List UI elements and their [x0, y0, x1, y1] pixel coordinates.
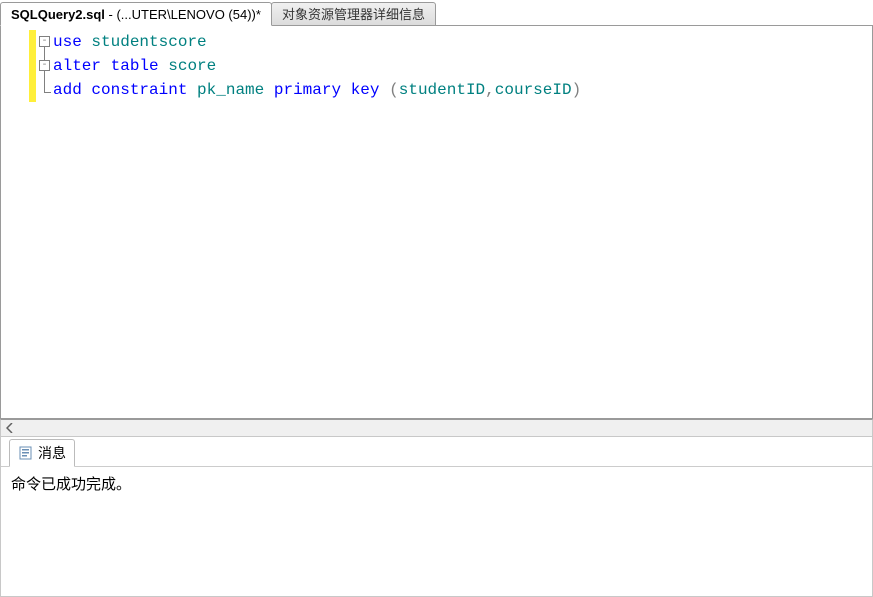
code-line-1: use studentscore	[53, 30, 872, 54]
messages-tab[interactable]: 消息	[9, 439, 75, 467]
code-content[interactable]: use studentscorealter table scoreadd con…	[53, 30, 872, 102]
fold-toggle-2[interactable]: -	[39, 60, 50, 71]
tab-title-rest: - (...UTER\LENOVO (54))*	[105, 7, 261, 22]
messages-tab-bar: 消息	[1, 437, 872, 467]
tab-sqlquery2[interactable]: SQLQuery2.sql - (...UTER\LENOVO (54))*	[0, 2, 272, 26]
code-line-2: alter table score	[53, 54, 872, 78]
sql-editor[interactable]: - - use studentscorealter table scoreadd…	[0, 25, 873, 419]
messages-body: 命令已成功完成。	[1, 467, 872, 500]
messages-tab-label: 消息	[38, 443, 66, 463]
messages-panel: 消息 命令已成功完成。	[0, 437, 873, 597]
fold-line-end	[44, 92, 51, 93]
change-marker	[29, 30, 36, 102]
fold-line	[44, 47, 45, 60]
tab-object-explorer-details[interactable]: 对象资源管理器详细信息	[271, 2, 436, 26]
scroll-left-arrow[interactable]	[1, 420, 19, 436]
fold-toggle-1[interactable]: -	[39, 36, 50, 47]
chevron-left-icon	[6, 423, 14, 433]
horizontal-scrollbar[interactable]	[0, 419, 873, 437]
code-line-3: add constraint pk_name primary key (stud…	[53, 78, 872, 102]
fold-line	[44, 71, 45, 92]
messages-icon	[18, 445, 34, 461]
tab-title-strong: SQLQuery2.sql	[11, 7, 105, 22]
editor-gutter: - -	[1, 26, 41, 418]
tab-bar: SQLQuery2.sql - (...UTER\LENOVO (54))* 对…	[0, 0, 873, 26]
